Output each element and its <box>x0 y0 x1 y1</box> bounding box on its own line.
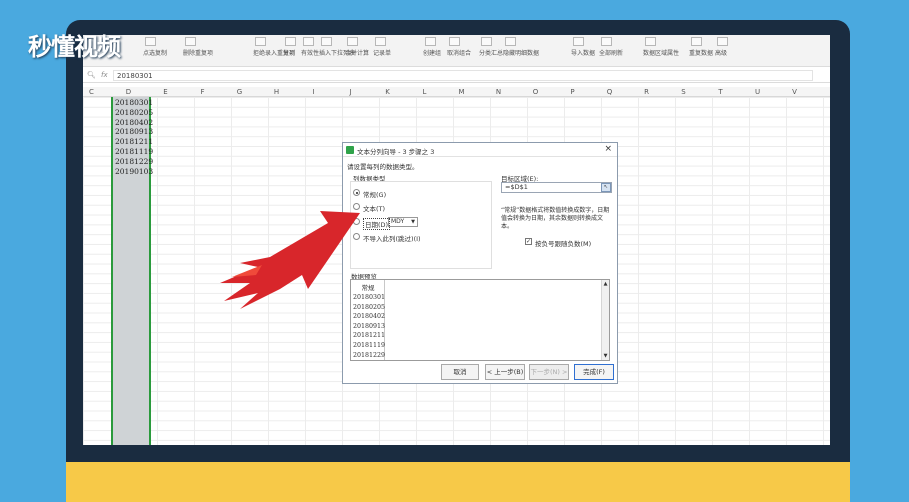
preview-scrollbar[interactable]: ▲ ▼ <box>601 280 609 360</box>
option-label: 不导入此列(跳过)(I) <box>363 235 421 243</box>
ribbon-tool-icon <box>285 37 296 46</box>
ribbon-item[interactable]: 导入数据 <box>571 48 595 57</box>
option-label: 常规(G) <box>363 191 387 199</box>
ribbon-tool-icon <box>645 37 656 46</box>
ribbon-item[interactable]: 有效性 <box>301 48 319 57</box>
column-header[interactable]: S <box>665 88 702 96</box>
ribbon-tool-icon <box>425 37 436 46</box>
ribbon-tool-icon <box>185 37 196 46</box>
ribbon-tool-icon <box>145 37 156 46</box>
column-header[interactable]: T <box>702 88 739 96</box>
radio-general[interactable] <box>353 189 360 196</box>
column-headers: CDEFGHIJKLMNOPQRSTUV <box>83 87 830 97</box>
formula-bar: 🔍︎ fx 20180301 <box>83 69 830 83</box>
date-format-value: MDY <box>391 218 405 225</box>
ribbon-item[interactable]: 重复数据 <box>689 48 713 57</box>
cell[interactable]: 20181229 <box>115 157 153 167</box>
ribbon-item[interactable]: 高级 <box>715 48 727 57</box>
preview-row: 20180913 <box>353 322 386 330</box>
ribbon-tool-icon <box>303 37 314 46</box>
column-d-values: 20180301 20180205 20180402 20180913 20181211… <box>115 98 153 176</box>
cell[interactable]: 20190103 <box>115 167 153 177</box>
cancel-button[interactable]: 取消 <box>441 364 479 380</box>
ribbon-tool-icon <box>375 37 386 46</box>
finish-button[interactable]: 完成(F) <box>574 364 614 380</box>
column-header[interactable]: F <box>184 88 221 96</box>
watermark-logo: 秒懂视频 <box>28 33 121 61</box>
close-icon[interactable]: × <box>604 144 612 154</box>
ribbon-item[interactable]: 取消组合 <box>447 48 471 57</box>
ribbon-item[interactable]: 合并计算 <box>345 48 369 57</box>
ribbon-tool-icon <box>573 37 584 46</box>
ribbon-tool-icon <box>481 37 492 46</box>
ribbon-tool-icon <box>691 37 702 46</box>
ribbon-item[interactable]: 分类汇总 <box>479 48 503 57</box>
preview-row: 20181229 <box>353 351 386 359</box>
ribbon-item[interactable]: 数据区域属性 <box>643 48 679 57</box>
column-header[interactable]: U <box>739 88 776 96</box>
text-to-columns-dialog: 文本分列向导 - 3 步骤之 3 × 请设置每列的数据类型。 列数据类型 常规(… <box>342 142 618 384</box>
preview-row: 20181119 <box>353 341 386 349</box>
column-header[interactable]: O <box>517 88 554 96</box>
target-range-input[interactable]: =$D$1 <box>501 182 612 193</box>
column-header[interactable]: M <box>443 88 480 96</box>
ribbon-item[interactable]: 全部刷新 <box>599 48 623 57</box>
column-header[interactable]: I <box>295 88 332 96</box>
checkbox-label: 按负号跟随负数(M) <box>535 240 592 248</box>
column-header[interactable]: K <box>369 88 406 96</box>
ribbon-tool-icon <box>449 37 460 46</box>
column-header[interactable]: G <box>221 88 258 96</box>
column-header[interactable]: E <box>147 88 184 96</box>
ribbon-item[interactable]: 记录单 <box>373 48 391 57</box>
ribbon-tool-icon <box>255 37 266 46</box>
column-header[interactable]: N <box>480 88 517 96</box>
format-description: “常规”数据格式将数值转换成数字，日期值会转换为日期，其余数据则转换成文本。 <box>501 207 610 230</box>
ribbon-item[interactable]: 隐藏明细数据 <box>503 48 539 57</box>
ribbon-item[interactable]: 删除重复项 <box>183 48 213 57</box>
column-header[interactable]: P <box>554 88 591 96</box>
magnifier-icon[interactable]: 🔍︎ <box>87 71 96 79</box>
cell[interactable]: 20180301 <box>115 98 153 108</box>
fx-label: fx <box>101 71 108 79</box>
column-header[interactable]: L <box>406 88 443 96</box>
formula-input[interactable]: 20180301 <box>113 70 813 81</box>
cell[interactable]: 20180402 <box>115 118 153 128</box>
ribbon-item[interactable]: 创建组 <box>423 48 441 57</box>
negative-sign-checkbox[interactable]: ✓ <box>525 238 532 245</box>
app-icon <box>346 146 354 154</box>
cell[interactable]: 20180913 <box>115 127 153 137</box>
ribbon-tool-icon <box>347 37 358 46</box>
ribbon-item[interactable]: 点选复制 <box>143 48 167 57</box>
ribbon-tool-icon <box>601 37 612 46</box>
red-arrow-annotation <box>220 211 360 309</box>
chevron-down-icon: ▼ <box>411 219 415 225</box>
ribbon-tool-icon <box>717 37 728 46</box>
cell[interactable]: 20180205 <box>115 108 153 118</box>
column-header[interactable]: V <box>776 88 813 96</box>
dialog-titlebar: 文本分列向导 - 3 步骤之 3 × <box>343 143 617 157</box>
next-button[interactable]: 下一步(N) > <box>529 364 569 380</box>
data-preview[interactable]: 常规 20180301 20180205 20180402 20180913 20181… <box>350 279 610 361</box>
cell[interactable]: 20181119 <box>115 147 153 157</box>
range-picker-icon[interactable]: ↖ <box>601 183 611 192</box>
instruction-text: 请设置每列的数据类型。 <box>347 163 419 171</box>
column-header[interactable]: Q <box>591 88 628 96</box>
column-header[interactable]: R <box>628 88 665 96</box>
ribbon-toolbar: 点选复制 删除重复项 拒绝录入重复项 分列 有效性 插入下拉列表 合并计算 记录单 创建组 取消组… <box>83 35 830 67</box>
column-header[interactable]: C <box>83 88 110 96</box>
ribbon-tool-icon <box>505 37 516 46</box>
scroll-up-icon[interactable]: ▲ <box>602 281 609 287</box>
preview-row: 20181211 <box>353 332 386 340</box>
ribbon-item[interactable]: 分列 <box>283 48 295 57</box>
cell[interactable]: 20181211 <box>115 137 153 147</box>
column-header[interactable]: D <box>110 88 147 96</box>
date-format-select[interactable]: MDY ▼ <box>388 217 418 227</box>
column-header[interactable]: J <box>332 88 369 96</box>
scroll-down-icon[interactable]: ▼ <box>602 353 609 359</box>
back-button[interactable]: < 上一步(B) <box>485 364 525 380</box>
column-header[interactable]: H <box>258 88 295 96</box>
dialog-title: 文本分列向导 - 3 步骤之 3 <box>357 148 435 156</box>
ribbon-tool-icon <box>321 37 332 46</box>
laptop-base <box>66 462 850 502</box>
